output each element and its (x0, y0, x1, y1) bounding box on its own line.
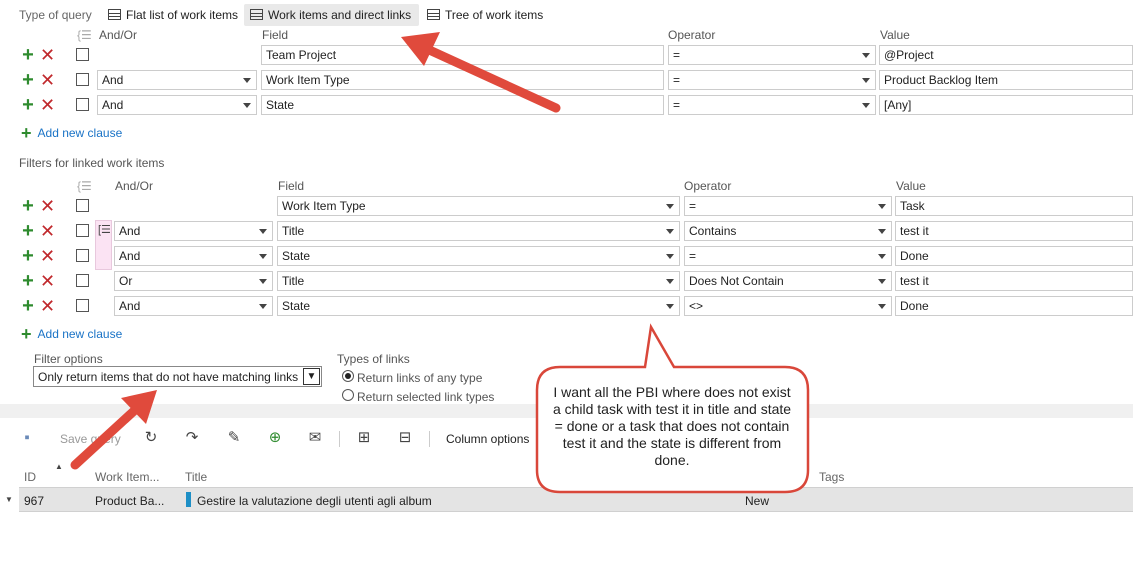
annotation-arrow-filter-options (70, 390, 157, 470)
annotation-arrow-query-type (401, 32, 561, 113)
annotation-overlay (70, 32, 810, 494)
callout-text: I want all the PBI where does not exist … (552, 384, 792, 468)
